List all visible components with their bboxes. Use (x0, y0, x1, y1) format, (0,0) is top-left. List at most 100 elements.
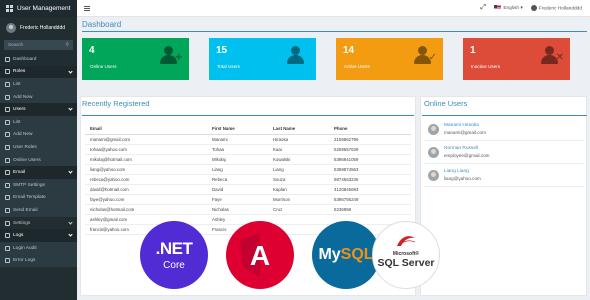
table-cell: Rebeca (207, 174, 268, 185)
table-cell: nicholas@hotmail.com (85, 204, 207, 215)
menu-toggle-icon[interactable] (84, 5, 90, 11)
table-cell: rebeca@yahoo.com (85, 174, 207, 185)
avatar (428, 170, 439, 181)
fullscreen-icon[interactable] (480, 3, 486, 12)
sidebar-item-logs[interactable]: Logs (0, 229, 77, 242)
menu-item-icon (5, 233, 10, 239)
table-cell: 6396756249 (329, 194, 411, 205)
stat-label: Inactive Users (471, 64, 501, 69)
dotnet-text: .NET (155, 239, 193, 258)
language-selector[interactable]: English ▾ (494, 5, 523, 11)
user-menu[interactable]: Frederic Hollandddd (530, 4, 582, 11)
sidebar-item-list[interactable]: List (0, 78, 77, 91)
chevron-down-icon (68, 68, 73, 74)
column-header[interactable]: Email (85, 123, 207, 135)
table-row[interactable]: rebeca@yahoo.com Rebeca Souza 9874563236 (85, 174, 411, 185)
table-cell: Kaai (268, 144, 329, 155)
table-cell: Faye (207, 194, 268, 205)
sidebar-search-input[interactable]: Search ⚲ (4, 40, 73, 50)
chevron-down-icon (68, 232, 73, 237)
top-navbar: English ▾ Frederic Hollandddd (77, 0, 590, 17)
menu-item-icon (5, 220, 10, 226)
table-cell: Manami (207, 134, 268, 145)
avatar (428, 124, 439, 135)
online-user-name[interactable]: Manami Hiraoka (444, 123, 479, 128)
table-cell: manami@gmail.com (85, 134, 207, 145)
table-row[interactable]: nicholas@hotmail.com Nicholas Cruz 5236958 (85, 204, 411, 215)
table-cell: Nicholas (207, 204, 268, 215)
table-cell: Morrison (268, 194, 329, 205)
sidebar-item-users[interactable]: Users (0, 103, 77, 116)
sidebar-item-user-roles[interactable]: User Roles (0, 141, 77, 154)
table-row[interactable]: manami@gmail.com Manami Hiraoka 2159862796 (85, 134, 411, 145)
sidebar-item-smtp-settings[interactable]: SMTP Settings (0, 178, 77, 192)
sidebar-item-label: Add New (13, 132, 33, 138)
online-user-name[interactable]: Norman Russell (444, 146, 478, 151)
stat-box-total-users[interactable]: 15 Total Users (209, 38, 316, 80)
menu-item-icon (5, 81, 10, 87)
stat-label: Total Users (217, 64, 240, 69)
table-cell: 9874563236 (329, 174, 411, 185)
table-row[interactable]: liang@yahoo.com Liang Liang 5369874563 (85, 164, 411, 175)
core-text: Core (163, 260, 185, 271)
table-row[interactable]: david@hotmail.com David Kaplan 4120845693 (85, 184, 411, 195)
chevron-down-icon (68, 106, 73, 111)
table-row[interactable]: mikolaj@hotmail.com Mikołaj Kowalski 639694… (85, 154, 411, 165)
menu-item-icon (5, 56, 10, 62)
stat-box-inactive-users[interactable]: 1 Inactive Users ✕ (463, 38, 570, 80)
sidebar-nav: Dashboard Roles List Add New Users List Add Ne… (0, 53, 77, 268)
mysql-text: MySQL (318, 246, 373, 264)
sidebar-item-add-new[interactable]: Add New (0, 90, 77, 104)
sidebar-item-email[interactable]: Email (0, 166, 77, 179)
stat-box-active-users[interactable]: 14 Active Users ✓ (336, 38, 443, 80)
online-user-name[interactable]: Liang Liang (444, 169, 469, 174)
app-brand[interactable]: User Management (0, 0, 77, 17)
sidebar-item-send-email[interactable]: Send Email (0, 204, 77, 217)
column-header[interactable]: First Name (207, 123, 268, 135)
sidebar-item-label: Settings (13, 220, 31, 226)
sidebar-item-error-logs[interactable]: Error Logs (0, 254, 77, 268)
sql-server-text: SQL Server (377, 257, 435, 269)
sidebar-item-login-audit[interactable]: Login Audit (0, 241, 77, 255)
sidebar-item-label: Online Users (13, 157, 41, 163)
stat-value: 1 (470, 45, 476, 56)
angular-shield-icon: A (240, 233, 280, 277)
sidebar-item-email-template[interactable]: Email Template (0, 191, 77, 205)
table-row[interactable]: faye@yahoo.com Faye Morrison 6396756249 (85, 194, 411, 205)
search-placeholder: Search (8, 42, 24, 48)
sidebar-item-dashboard[interactable]: Dashboard (0, 53, 77, 66)
sidebar-item-online-users[interactable]: Online Users (0, 153, 77, 167)
menu-item-icon (5, 144, 10, 150)
table-cell: Tohaa (207, 144, 268, 155)
online-user-email: liang@yahoo.com (444, 176, 481, 181)
user-avatar-icon (530, 4, 537, 11)
stat-box-online-users[interactable]: 4 Online Users + (82, 38, 189, 80)
sidebar-item-label: Logs (13, 233, 24, 239)
column-header[interactable]: Phone (329, 123, 411, 135)
menu-item-icon (5, 69, 10, 75)
table-cell: 6396941059 (329, 154, 411, 165)
sql-server-emblem-icon (397, 236, 416, 247)
recent-users-table: Email First Name Last Name Phone manami@gma… (85, 123, 411, 235)
column-header[interactable]: Last Name (268, 123, 329, 135)
page-title: Dashboard (82, 20, 122, 29)
table-cell: Kowalski (268, 154, 329, 165)
online-user-item[interactable]: Liang Liang liang@yahoo.com (424, 165, 584, 187)
recent-title: Recently Registered (82, 99, 150, 108)
sidebar-item-label: Email Template (13, 195, 46, 201)
sidebar-item-roles[interactable]: Roles (0, 65, 77, 79)
table-row[interactable]: tohaa@yahoo.com Tohaa Kaai 5259657639 (85, 144, 411, 155)
sidebar-item-label: SMTP Settings (13, 182, 45, 188)
table-cell: david@hotmail.com (85, 184, 207, 195)
sidebar-item-list[interactable]: List (0, 115, 77, 129)
sql-server-logo: Microsoft® SQL Server (372, 221, 440, 289)
online-user-item[interactable]: Manami Hiraoka manami@gmail.com (424, 119, 584, 141)
sidebar-item-settings[interactable]: Settings (0, 217, 77, 230)
search-icon: ⚲ (65, 42, 69, 48)
table-cell: 5369874563 (329, 164, 411, 175)
table-cell: Kaplan (268, 184, 329, 195)
chevron-down-icon (68, 169, 73, 174)
online-user-item[interactable]: Norman Russell employee@gmail.com (424, 142, 584, 164)
sidebar-item-add-new[interactable]: Add New (0, 128, 77, 142)
table-cell: Souza (268, 174, 329, 185)
